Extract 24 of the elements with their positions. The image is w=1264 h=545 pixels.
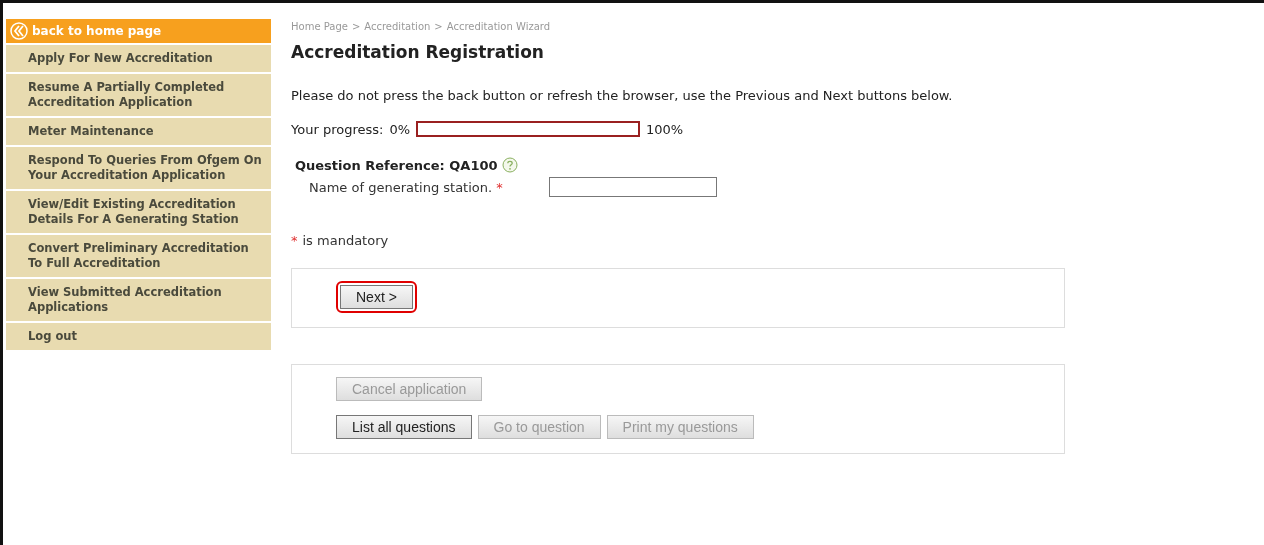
sidebar-item[interactable]: Apply For New Accreditation: [6, 45, 271, 72]
sidebar-item[interactable]: Convert Preliminary Accreditation To Full Accreditation: [6, 235, 271, 277]
sidebar-item[interactable]: Resume A Partially Completed Accreditation Application: [6, 74, 271, 116]
sidebar-item[interactable]: Log out: [6, 323, 271, 350]
required-mark: *: [291, 233, 298, 248]
notice-text: Please do not press the back button or refresh the browser, use the Previous and Next buttons below.: [291, 88, 954, 103]
sidebar-item[interactable]: Meter Maintenance: [6, 118, 271, 145]
question-reference: Question Reference: QA100: [295, 157, 498, 173]
station-name-input[interactable]: [548, 177, 717, 197]
breadcrumb-separator: >: [351, 21, 361, 32]
progress-label: Your progress:: [291, 121, 384, 137]
back-chevron-icon: [10, 22, 28, 40]
page-title: Accreditation Registration: [291, 42, 545, 62]
progress-end: 100%: [646, 121, 684, 137]
breadcrumb-separator: >: [434, 21, 443, 32]
action-button[interactable]: Next >: [340, 285, 413, 309]
action-button[interactable]: List all questions: [336, 415, 472, 439]
sidebar-item[interactable]: View Submitted Accreditation Applications: [6, 279, 271, 321]
progress-start: 0%: [389, 121, 410, 137]
legend-text: is mandatory: [302, 233, 389, 248]
required-mark: *: [496, 179, 503, 195]
field-label: Name of generating station.: [309, 179, 493, 195]
sidebar-item[interactable]: View/Edit Existing Accreditation Details For A Generating Station: [6, 191, 271, 233]
sidebar-item[interactable]: Respond To Queries From Ofgem On Your Accreditation Application: [6, 147, 271, 189]
